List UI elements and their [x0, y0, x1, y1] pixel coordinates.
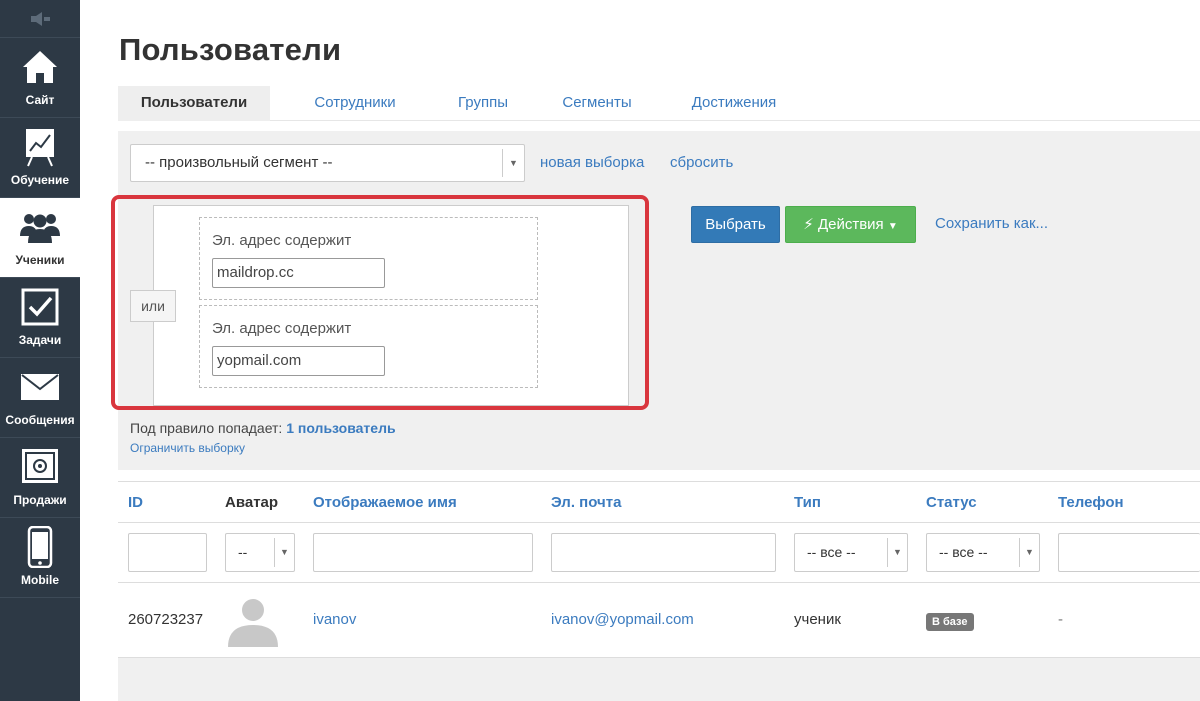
sidebar-toggle[interactable]: [0, 0, 80, 38]
highlight-annotation: [111, 195, 649, 410]
phone-icon: [18, 525, 62, 569]
sidebar-item-label: Mobile: [21, 573, 59, 587]
chevron-down-icon: ▼: [274, 538, 294, 567]
actions-button-label: Действия: [817, 216, 884, 233]
user-type: ученик: [794, 611, 841, 628]
user-id: 260723237: [128, 611, 204, 628]
tab-staff[interactable]: Сотрудники: [300, 86, 410, 121]
select-button[interactable]: Выбрать: [691, 206, 780, 243]
page-title: Пользователи: [119, 32, 342, 67]
sidebar-item-tasks[interactable]: Задачи: [0, 278, 80, 358]
segment-select-value: -- произвольный сегмент --: [145, 154, 333, 171]
table-row[interactable]: 260723237 ivanov ivanov@yopmail.com учен…: [118, 583, 1200, 658]
sidebar-item-label: Ученики: [15, 253, 65, 267]
limit-selection-link[interactable]: Ограничить выборку: [130, 441, 245, 455]
sidebar-item-messages[interactable]: Сообщения: [0, 358, 80, 438]
id-filter-input[interactable]: [128, 533, 207, 572]
column-header-id[interactable]: ID: [128, 494, 143, 511]
match-count-link[interactable]: 1 пользователь: [286, 420, 395, 436]
column-header-phone[interactable]: Телефон: [1058, 494, 1124, 511]
display-name-filter-input[interactable]: [313, 533, 533, 572]
type-filter-select[interactable]: -- все -- ▼: [794, 533, 908, 572]
column-header-display-name[interactable]: Отображаемое имя: [313, 494, 457, 511]
actions-button[interactable]: ⚡ Действия ▼: [785, 206, 916, 243]
column-header-type[interactable]: Тип: [794, 494, 821, 511]
chevron-down-icon: ▼: [1019, 538, 1039, 567]
save-as-link[interactable]: Сохранить как...: [935, 215, 1048, 232]
table-filter-row: -- ▼ -- все -- ▼ -- все -- ▼: [118, 523, 1200, 583]
sidebar-item-label: Сайт: [25, 93, 55, 107]
column-header-avatar: Аватар: [225, 494, 279, 511]
sidebar-item-learning[interactable]: Обучение: [0, 118, 80, 198]
type-filter-value: -- все --: [807, 544, 856, 560]
status-filter-value: -- все --: [939, 544, 988, 560]
sidebar-item-label: Обучение: [10, 173, 70, 187]
sidebar-item-site[interactable]: Сайт: [0, 38, 80, 118]
avatar-filter-select[interactable]: -- ▼: [225, 533, 295, 572]
tab-segments[interactable]: Сегменты: [552, 86, 642, 121]
chevron-down-icon: ▼: [502, 149, 524, 177]
rule-match-count: Под правило попадает: 1 пользователь: [130, 420, 396, 436]
users-table: ID Аватар Отображаемое имя Эл. почта Тип…: [118, 481, 1200, 701]
chevron-down-icon: ▼: [887, 538, 907, 567]
user-email-link[interactable]: ivanov@yopmail.com: [551, 611, 694, 628]
new-selection-link[interactable]: новая выборка: [540, 154, 644, 171]
safe-icon: [18, 445, 62, 489]
sidebar-item-students[interactable]: Ученики: [0, 198, 80, 278]
table-header: ID Аватар Отображаемое имя Эл. почта Тип…: [118, 481, 1200, 523]
tab-achievements[interactable]: Достижения: [684, 86, 784, 121]
segment-select[interactable]: -- произвольный сегмент -- ▼: [130, 144, 525, 182]
tabs: Пользователи Сотрудники Группы Сегменты …: [118, 86, 1200, 121]
avatar-placeholder-icon: [226, 593, 280, 647]
chart-board-icon: [18, 125, 62, 169]
reset-link[interactable]: сбросить: [670, 154, 733, 171]
avatar-filter-value: --: [238, 544, 248, 560]
phone-filter-input[interactable]: [1058, 533, 1200, 572]
speaker-icon: [31, 11, 50, 26]
sidebar: Сайт Обучение Ученики Задачи Сообщения П…: [0, 0, 80, 701]
lightning-icon: ⚡: [803, 216, 814, 233]
checkbox-icon: [18, 285, 62, 329]
sidebar-item-label: Продажи: [13, 493, 67, 507]
user-display-name-link[interactable]: ivanov: [313, 611, 356, 628]
envelope-icon: [18, 365, 62, 409]
user-phone: -: [1058, 611, 1063, 628]
sidebar-item-sales[interactable]: Продажи: [0, 438, 80, 518]
sidebar-item-mobile[interactable]: Mobile: [0, 518, 80, 598]
sidebar-item-label: Сообщения: [5, 413, 75, 427]
tab-users[interactable]: Пользователи: [118, 86, 270, 121]
email-filter-input[interactable]: [551, 533, 776, 572]
sidebar-item-label: Задачи: [18, 333, 62, 347]
match-count-prefix: Под правило попадает:: [130, 420, 283, 436]
tab-groups[interactable]: Группы: [438, 86, 528, 121]
column-header-status[interactable]: Статус: [926, 494, 977, 511]
column-header-email[interactable]: Эл. почта: [551, 494, 621, 511]
users-icon: [18, 205, 62, 249]
home-icon: [18, 45, 62, 89]
status-badge: В базе: [926, 613, 974, 631]
caret-down-icon: ▼: [887, 221, 898, 232]
table-footer-area: [118, 658, 1200, 701]
status-filter-select[interactable]: -- все -- ▼: [926, 533, 1040, 572]
